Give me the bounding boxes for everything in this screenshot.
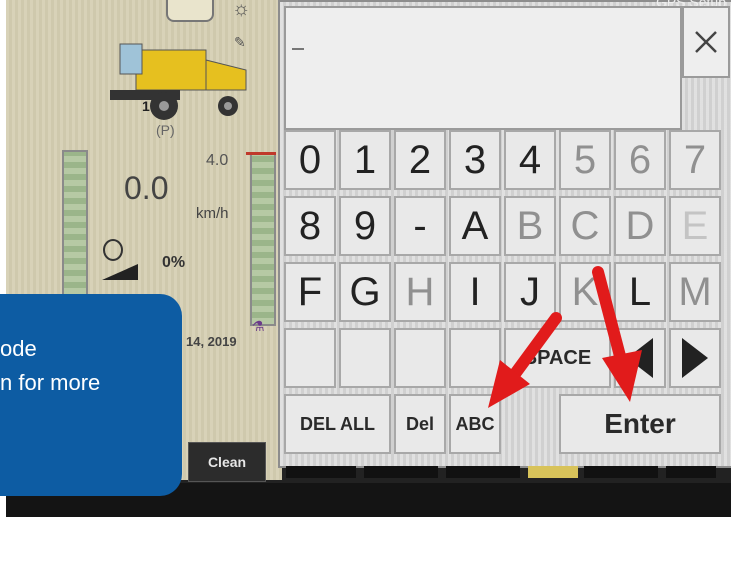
cursor-left-button[interactable] bbox=[614, 328, 666, 388]
key-blank[interactable] bbox=[394, 328, 446, 388]
space-key[interactable]: SPACE bbox=[504, 328, 611, 388]
key-blank[interactable] bbox=[284, 328, 336, 388]
key-3[interactable]: 3 bbox=[449, 130, 501, 190]
combine-harvester-icon bbox=[110, 43, 247, 120]
key-5[interactable]: 5 bbox=[559, 130, 611, 190]
space-key-label: SPACE bbox=[523, 346, 592, 369]
key-c[interactable]: C bbox=[559, 196, 611, 256]
engine-icon bbox=[103, 239, 123, 261]
key-i[interactable]: I bbox=[449, 262, 501, 322]
cursor-right-button[interactable] bbox=[669, 328, 721, 388]
key-j[interactable]: J bbox=[504, 262, 556, 322]
delete-all-button[interactable]: DEL ALL bbox=[284, 394, 391, 454]
grain-tank-icon: ⚗ bbox=[252, 318, 265, 334]
park-indicator: (P) bbox=[156, 122, 175, 138]
sun-icon: ☼ bbox=[232, 0, 251, 20]
callout-line-1: ode bbox=[0, 336, 37, 361]
key-blank[interactable] bbox=[449, 328, 501, 388]
key-f[interactable]: F bbox=[284, 262, 336, 322]
grain-tank-indicator bbox=[166, 0, 214, 22]
arrow-left-icon bbox=[627, 338, 653, 378]
bottom-softkey-strip bbox=[282, 466, 722, 480]
gauge-marker bbox=[246, 152, 276, 155]
key-4[interactable]: 4 bbox=[504, 130, 556, 190]
gear-indicator: 1 bbox=[142, 98, 150, 114]
arrow-right-icon bbox=[682, 338, 708, 378]
load-icon bbox=[102, 264, 138, 280]
speed-unit: km/h bbox=[196, 205, 229, 222]
clean-button[interactable]: Clean bbox=[188, 442, 266, 482]
key-dash[interactable]: - bbox=[394, 196, 446, 256]
keyboard-dialog: GPS Setup 0 1 2 3 4 5 6 7 8 9 - A B C D … bbox=[278, 0, 731, 468]
keyboard-keys: 0 1 2 3 4 5 6 7 8 9 - A B C D E F G H I … bbox=[284, 130, 728, 462]
key-blank[interactable] bbox=[339, 328, 391, 388]
key-e[interactable]: E bbox=[669, 196, 721, 256]
key-g[interactable]: G bbox=[339, 262, 391, 322]
abc-mode-button[interactable]: ABC bbox=[449, 394, 501, 454]
key-m[interactable]: M bbox=[669, 262, 721, 322]
key-1[interactable]: 1 bbox=[339, 130, 391, 190]
text-entry-field[interactable] bbox=[284, 6, 682, 130]
speed-max-value: 4.0 bbox=[206, 152, 229, 169]
key-7[interactable]: 7 bbox=[669, 130, 721, 190]
key-6[interactable]: 6 bbox=[614, 130, 666, 190]
key-b[interactable]: B bbox=[504, 196, 556, 256]
ground-speed-value: 0.0 bbox=[124, 170, 169, 206]
close-icon bbox=[695, 31, 717, 53]
instruction-callout: ode n for more bbox=[0, 294, 182, 496]
key-8[interactable]: 8 bbox=[284, 196, 336, 256]
callout-line-2: n for more bbox=[0, 370, 101, 395]
key-a[interactable]: A bbox=[449, 196, 501, 256]
key-9[interactable]: 9 bbox=[339, 196, 391, 256]
key-k[interactable]: K bbox=[559, 262, 611, 322]
delete-button[interactable]: Del bbox=[394, 394, 446, 454]
enter-button[interactable]: Enter bbox=[559, 394, 721, 454]
engine-load-percent: 0% bbox=[162, 254, 186, 271]
right-gauge-bar bbox=[250, 152, 276, 326]
text-cursor bbox=[292, 48, 304, 50]
key-2[interactable]: 2 bbox=[394, 130, 446, 190]
close-button[interactable] bbox=[682, 6, 730, 78]
key-0[interactable]: 0 bbox=[284, 130, 336, 190]
key-l[interactable]: L bbox=[614, 262, 666, 322]
key-h[interactable]: H bbox=[394, 262, 446, 322]
key-d[interactable]: D bbox=[614, 196, 666, 256]
date-text: 14, 2019 bbox=[186, 334, 237, 349]
